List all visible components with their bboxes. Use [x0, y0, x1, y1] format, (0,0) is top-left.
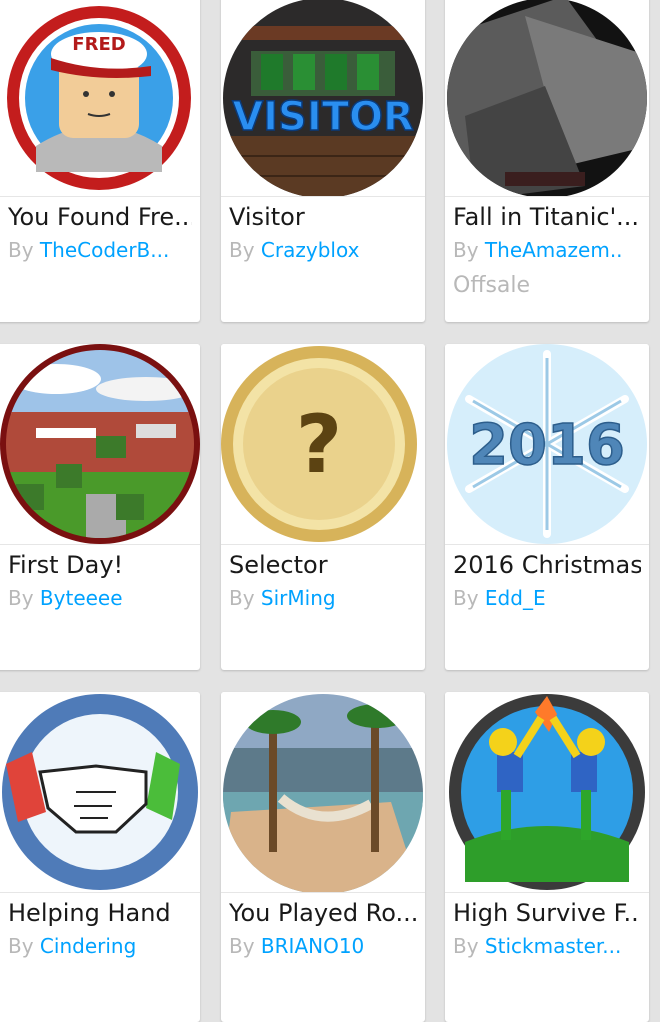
- creator-link[interactable]: BRIANO10: [261, 934, 364, 958]
- badge-thumbnail[interactable]: VISITOR: [221, 0, 425, 197]
- badge-name[interactable]: 2016 Christmas: [453, 551, 641, 579]
- by-label: By: [453, 238, 479, 262]
- badge-name[interactable]: Visitor: [229, 203, 417, 231]
- badge-creator-line: By TheAmazem..: [453, 237, 641, 263]
- beach-hammock-badge-icon: [223, 694, 423, 892]
- badge-name[interactable]: Helping Hand: [4, 899, 192, 927]
- by-label: By: [8, 586, 34, 610]
- badge-thumbnail[interactable]: 2016: [445, 344, 649, 545]
- by-label: By: [229, 934, 255, 958]
- badge-card[interactable]: VISITOR Visitor By Crazyblox: [221, 0, 425, 322]
- svg-text:2016: 2016: [469, 413, 625, 478]
- by-label: By: [8, 934, 34, 958]
- badge-card[interactable]: You Played Ro... By BRIANO10: [221, 692, 425, 1022]
- badge-name[interactable]: First Day!: [4, 551, 192, 579]
- badge-card[interactable]: High Survive F... By Stickmaster...: [445, 692, 649, 1022]
- badge-creator-line: By SirMing: [229, 585, 417, 611]
- badge-card[interactable]: First Day! By Byteeee: [0, 344, 200, 670]
- badge-name[interactable]: Fall in Titanic'...: [453, 203, 641, 231]
- creator-link[interactable]: Byteeee: [40, 586, 123, 610]
- creator-link[interactable]: TheAmazem..: [485, 238, 623, 262]
- by-label: By: [453, 934, 479, 958]
- badge-name[interactable]: You Found Fre...: [4, 203, 192, 231]
- by-label: By: [229, 586, 255, 610]
- badge-creator-line: By BRIANO10: [229, 933, 417, 959]
- badge-grid: FRED You Found Fre... By TheCoderB... VI…: [0, 0, 660, 1022]
- badge-creator-line: By Crazyblox: [229, 237, 417, 263]
- fred-avatar-badge-icon: FRED: [7, 6, 191, 190]
- creator-link[interactable]: Edd_E: [485, 586, 546, 610]
- badge-thumbnail[interactable]: [0, 692, 200, 893]
- handshake-badge-icon: [2, 694, 198, 890]
- badge-thumbnail[interactable]: [221, 692, 425, 893]
- visitor-badge-icon: VISITOR: [223, 0, 423, 196]
- badge-card[interactable]: ? Selector By SirMing: [221, 344, 425, 670]
- svg-text:?: ?: [296, 398, 342, 491]
- by-label: By: [453, 586, 479, 610]
- badge-thumbnail[interactable]: ?: [221, 344, 425, 545]
- svg-text:FRED: FRED: [72, 34, 125, 55]
- badge-card[interactable]: Fall in Titanic'... By TheAmazem.. Offsa…: [445, 0, 649, 322]
- offsale-status: Offsale: [453, 273, 531, 298]
- badge-creator-line: By Edd_E: [453, 585, 641, 611]
- creator-link[interactable]: Stickmaster...: [485, 934, 621, 958]
- badge-thumbnail[interactable]: [445, 0, 649, 197]
- badge-card[interactable]: FRED You Found Fre... By TheCoderB...: [0, 0, 200, 322]
- creator-link[interactable]: TheCoderB...: [40, 238, 169, 262]
- by-label: By: [8, 238, 34, 262]
- badge-creator-line: By Byteeee: [4, 585, 192, 611]
- creator-link[interactable]: SirMing: [261, 586, 336, 610]
- badge-creator-line: By Cindering: [4, 933, 192, 959]
- badge-name[interactable]: You Played Ro...: [229, 899, 417, 927]
- titanic-badge-icon: [447, 0, 647, 196]
- by-label: By: [229, 238, 255, 262]
- question-coin-badge-icon: ?: [221, 346, 417, 542]
- badge-name[interactable]: Selector: [229, 551, 417, 579]
- svg-text:VISITOR: VISITOR: [232, 94, 414, 140]
- badge-creator-line: By TheCoderB...: [4, 237, 192, 263]
- badge-creator-line: By Stickmaster...: [453, 933, 641, 959]
- high-five-badge-icon: [449, 694, 645, 890]
- snowflake-2016-badge-icon: 2016: [447, 344, 647, 544]
- first-day-badge-icon: [0, 344, 200, 544]
- badge-name[interactable]: High Survive F...: [453, 899, 641, 927]
- badge-thumbnail[interactable]: [0, 344, 200, 545]
- badge-thumbnail[interactable]: [445, 692, 649, 893]
- badge-card[interactable]: Helping Hand By Cindering: [0, 692, 200, 1022]
- creator-link[interactable]: Crazyblox: [261, 238, 360, 262]
- badge-card[interactable]: 2016 2016 Christmas By Edd_E: [445, 344, 649, 670]
- badge-thumbnail[interactable]: FRED: [0, 0, 200, 197]
- creator-link[interactable]: Cindering: [40, 934, 136, 958]
